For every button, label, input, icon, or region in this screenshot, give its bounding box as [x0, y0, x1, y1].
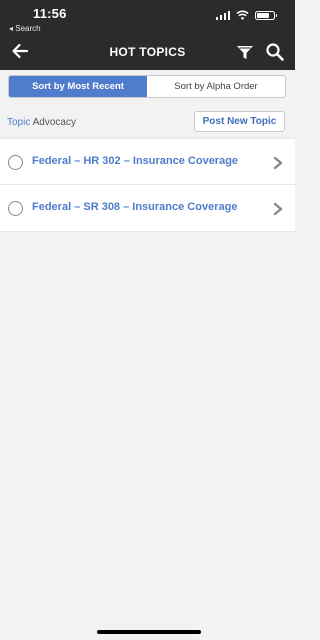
topic-key: Topic: [7, 117, 31, 128]
sort-alpha-order-tab[interactable]: Sort by Alpha Order: [147, 76, 285, 97]
topic-value: Advocacy: [32, 117, 76, 128]
sort-most-recent-tab[interactable]: Sort by Most Recent: [9, 76, 147, 97]
cellular-signal-icon: [215, 10, 230, 20]
battery-icon: [255, 10, 277, 20]
sort-segmented-control: Sort by Most Recent Sort by Alpha Order: [8, 75, 286, 98]
status-icons: [215, 10, 277, 20]
app-header: 11:56 ◂ Search HOT TOPICS: [0, 0, 295, 70]
post-new-topic-button[interactable]: Post New Topic: [194, 111, 285, 132]
chevron-right-icon: [273, 156, 283, 170]
filter-icon[interactable]: [235, 42, 255, 62]
topic-title[interactable]: Federal – HR 302 – Insurance Coverage: [32, 155, 238, 167]
chevron-right-icon: [273, 202, 283, 216]
topic-title[interactable]: Federal – SR 308 – Insurance Coverage: [32, 201, 237, 213]
home-indicator: [97, 630, 201, 634]
sort-bar: Sort by Most Recent Sort by Alpha Order: [0, 70, 295, 104]
topic-header: Topic Advocacy Post New Topic: [0, 108, 295, 138]
radio-button[interactable]: [8, 155, 23, 170]
list-item[interactable]: Federal – SR 308 – Insurance Coverage: [0, 185, 295, 232]
search-icon[interactable]: [265, 42, 285, 62]
status-back-to-app[interactable]: ◂ Search: [9, 24, 41, 33]
wifi-icon: [236, 10, 249, 20]
list-item[interactable]: Federal – HR 302 – Insurance Coverage: [0, 138, 295, 185]
radio-button[interactable]: [8, 201, 23, 216]
topic-list: Federal – HR 302 – Insurance Coverage Fe…: [0, 138, 295, 232]
topic-category: Topic Advocacy: [7, 117, 76, 128]
status-time: 11:56: [33, 6, 67, 21]
